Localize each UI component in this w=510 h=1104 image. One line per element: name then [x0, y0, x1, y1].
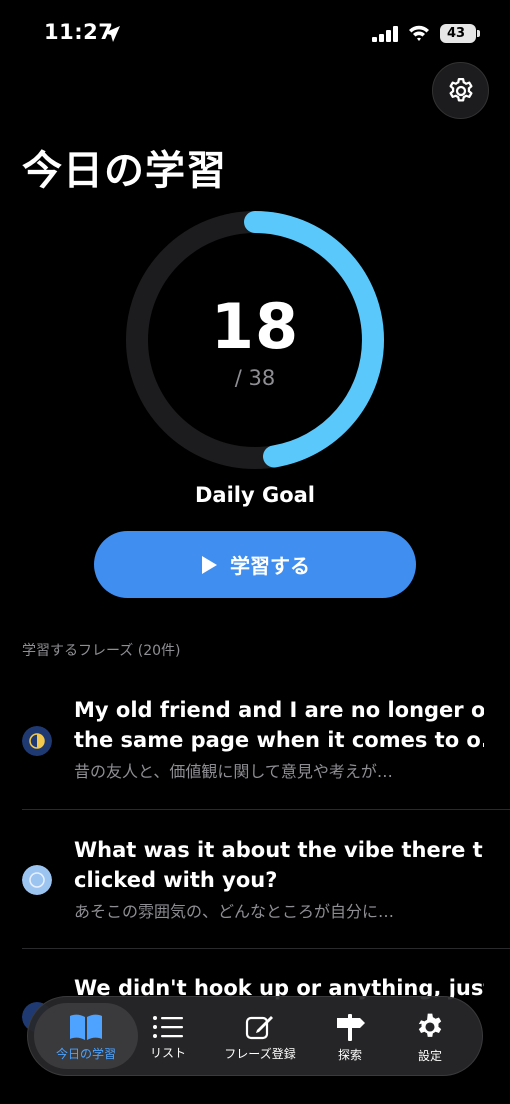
progress-moon-icon	[22, 865, 52, 895]
tab-label: 今日の学習	[55, 1046, 116, 1061]
phrase-title-line: clicked with you?	[74, 868, 278, 892]
book-icon	[70, 1014, 102, 1040]
tab-add-phrase[interactable]: フレーズ登録	[212, 997, 308, 1077]
battery-indicator: 43	[440, 24, 480, 43]
settings-button[interactable]	[432, 62, 489, 119]
tab-bar: 今日の学習 リスト フレーズ登録 探索 設定	[27, 996, 483, 1076]
goal-label: Daily Goal	[194, 483, 316, 507]
goal-count: 18	[210, 290, 300, 363]
battery-level: 43	[446, 26, 466, 41]
status-bar: 11:27 43	[0, 0, 510, 70]
phrase-translation: あそこの雰囲気の、どんなところが自分に…	[74, 902, 395, 921]
page-title: 今日の学習	[22, 148, 227, 194]
tab-label: リスト	[149, 1045, 186, 1060]
edit-icon	[245, 1015, 273, 1039]
progress-moon-icon	[22, 726, 52, 756]
divider	[22, 809, 510, 810]
study-button[interactable]: 学習する	[94, 531, 416, 598]
list-icon	[153, 1015, 183, 1038]
goal-total: / 38	[234, 366, 276, 390]
tab-label: 設定	[417, 1048, 442, 1063]
tab-today[interactable]: 今日の学習	[34, 997, 138, 1077]
phrase-item[interactable]: What was it about the vibe there that cl…	[0, 830, 510, 950]
tab-settings[interactable]: 設定	[394, 997, 466, 1077]
cellular-signal-icon	[372, 26, 398, 42]
phrase-title-line: What was it about the vibe there that	[74, 838, 484, 862]
tab-explore[interactable]: 探索	[314, 997, 386, 1077]
tab-list[interactable]: リスト	[130, 997, 206, 1077]
divider	[22, 948, 510, 949]
tab-label: 探索	[337, 1047, 362, 1062]
gear-icon	[449, 77, 472, 101]
section-header: 学習するフレーズ (20件)	[22, 643, 181, 659]
signpost-icon	[337, 1013, 365, 1041]
location-arrow-icon	[104, 26, 120, 42]
battery-cap	[477, 30, 480, 37]
play-icon	[202, 555, 217, 574]
wifi-icon	[409, 25, 429, 41]
phrase-item[interactable]: My old friend and I are no longer on the…	[0, 690, 510, 810]
gear-icon	[418, 1013, 442, 1037]
tab-label: フレーズ登録	[224, 1046, 296, 1061]
study-button-label: 学習する	[230, 554, 310, 578]
phrase-translation: 昔の友人と、価値観に関して意見や考えが…	[74, 762, 393, 781]
phrase-title-line: My old friend and I are no longer on	[74, 698, 484, 722]
phrase-title-line: the same page when it comes to o...	[74, 728, 484, 752]
